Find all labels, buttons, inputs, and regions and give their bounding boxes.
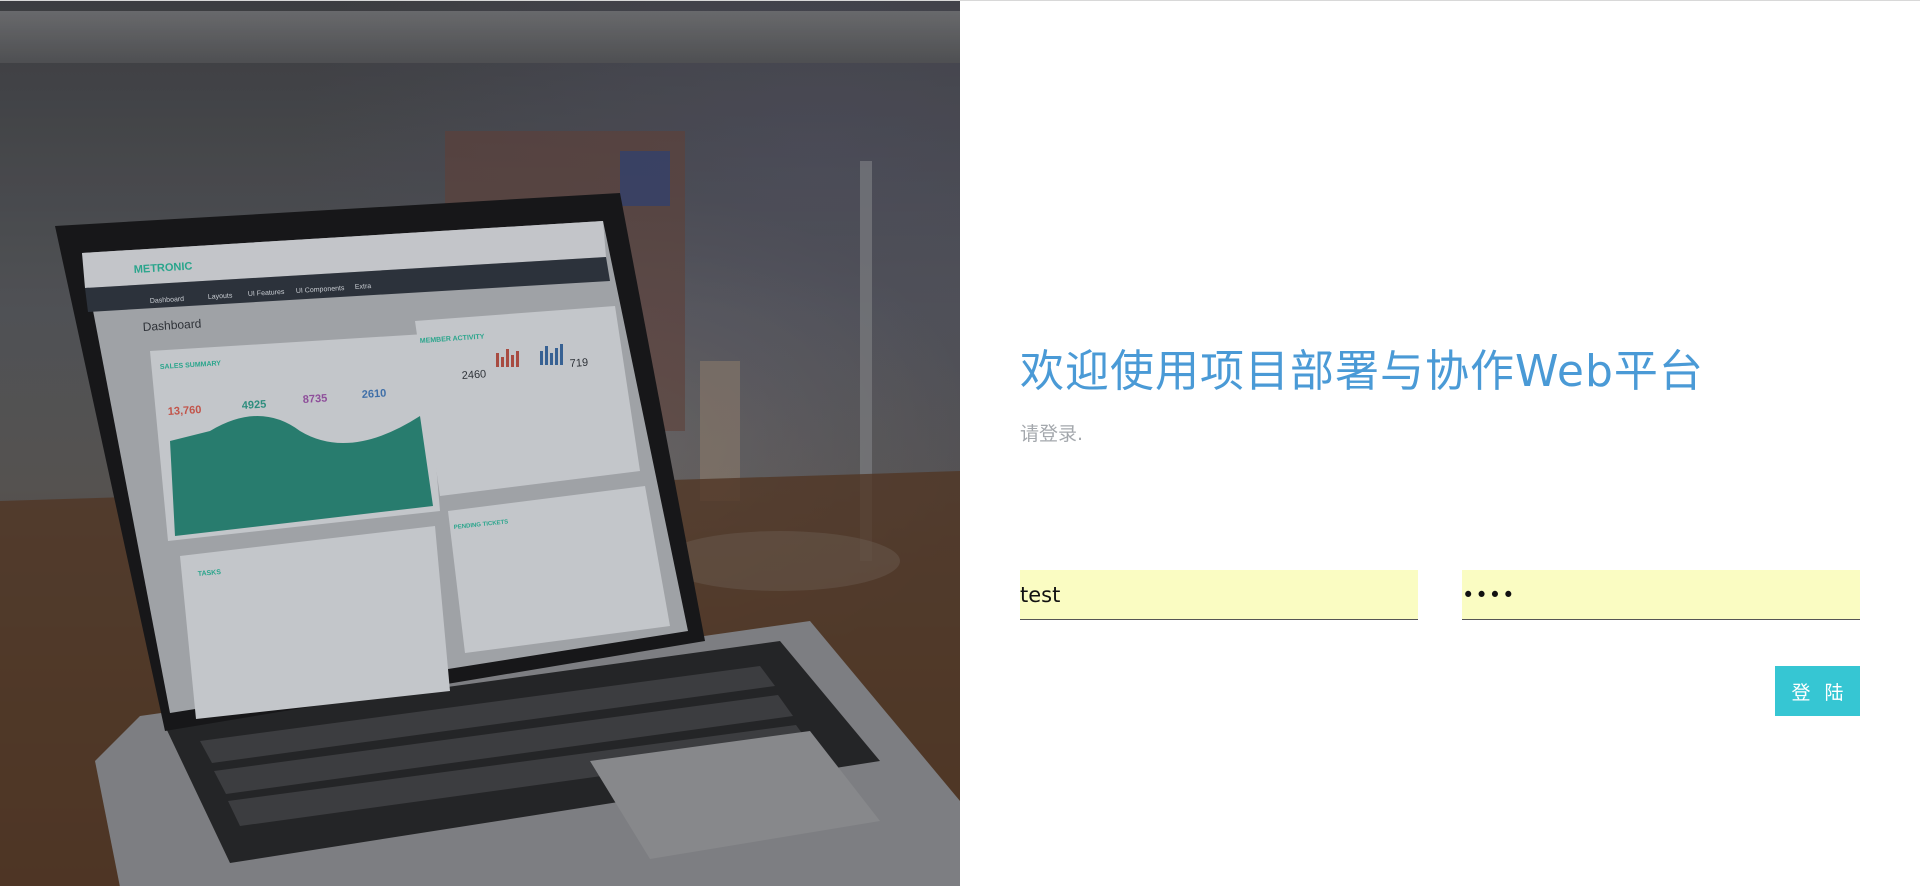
background-photo: METRONIC Dashboard Layouts UI Features U… — [0, 1, 960, 886]
sales-value: 8735 — [302, 393, 327, 406]
login-panel: 欢迎使用项目部署与协作Web平台 请登录. 登 陆 — [960, 1, 1920, 886]
member-activity-value: 719 — [569, 357, 588, 370]
sales-value: 13,760 — [167, 404, 201, 418]
login-button[interactable]: 登 陆 — [1775, 666, 1860, 716]
page-title: 欢迎使用项目部署与协作Web平台 — [1020, 346, 1704, 397]
password-input[interactable] — [1462, 570, 1860, 620]
dashboard-nav-item: Extra — [355, 283, 372, 291]
member-activity-value: 2460 — [461, 368, 486, 382]
login-page: METRONIC Dashboard Layouts UI Features U… — [0, 0, 1920, 886]
login-prompt: 请登录. — [1020, 423, 1084, 445]
laptop-illustration: METRONIC Dashboard Layouts UI Features U… — [0, 1, 960, 886]
sales-value: 4925 — [241, 399, 266, 412]
username-input[interactable] — [1020, 570, 1418, 620]
sales-value: 2610 — [361, 388, 386, 401]
